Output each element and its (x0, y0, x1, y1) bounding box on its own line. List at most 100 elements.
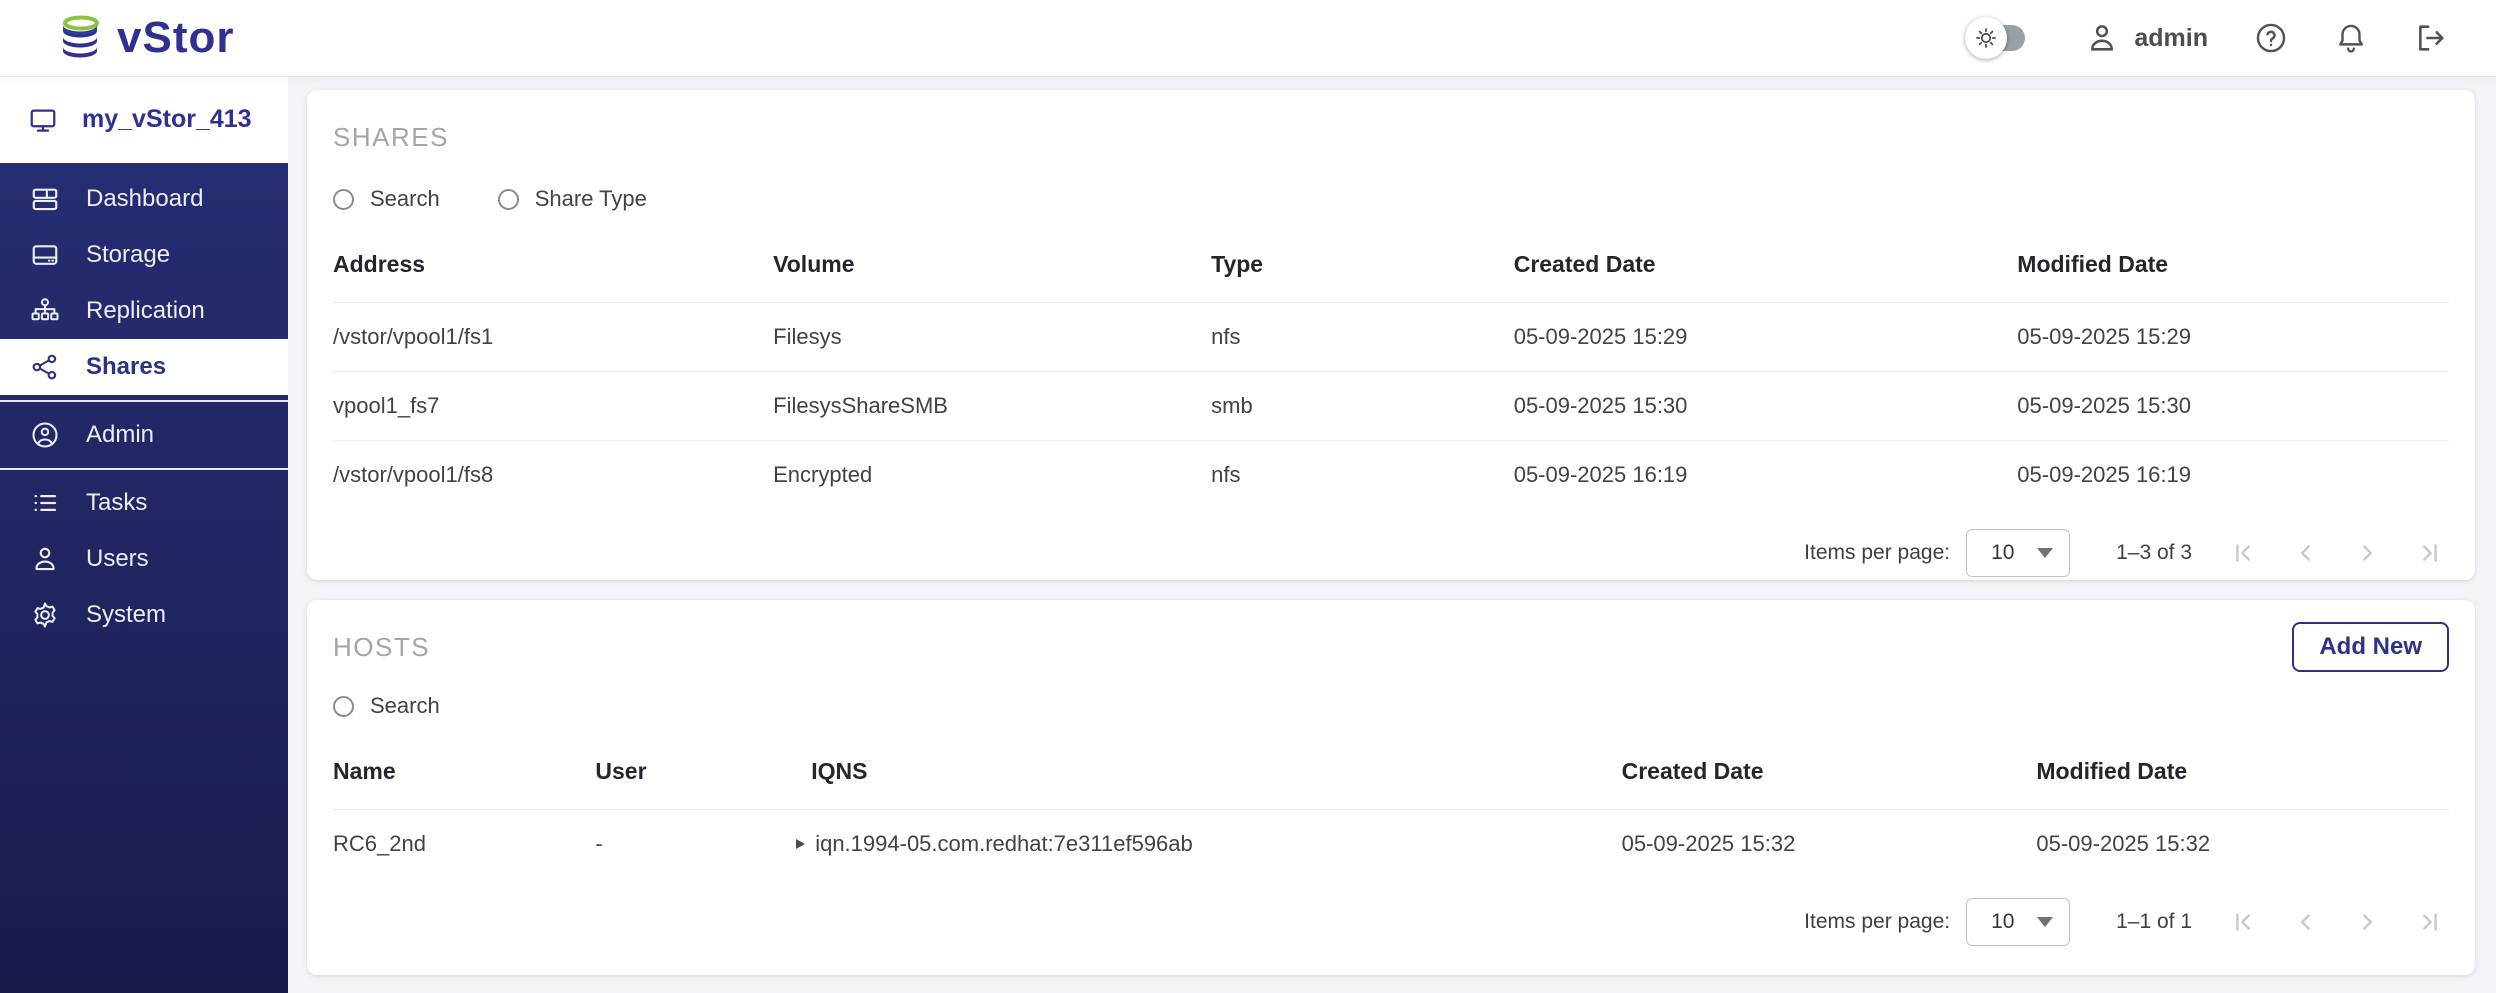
next-page-icon[interactable] (2354, 909, 2380, 935)
cell-address: vpool1_fs7 (333, 372, 773, 441)
prev-page-icon[interactable] (2293, 540, 2319, 566)
vstor-logo: vStor (57, 13, 234, 63)
cell-iqns: iqn.1994-05.com.redhat:7e311ef596ab (811, 810, 1621, 879)
sidebar-item-dashboard[interactable]: Dashboard (0, 171, 288, 227)
first-page-icon[interactable] (2232, 540, 2258, 566)
pagination-range: 1–1 of 1 (2116, 910, 2192, 934)
table-header-row: Name User IQNS Created Date Modified Dat… (333, 736, 2449, 810)
cell-created: 05-09-2025 15:30 (1514, 372, 2018, 441)
app-header: vStor admin (0, 0, 2496, 76)
cell-type: nfs (1211, 441, 1514, 510)
theme-toggle-thumb[interactable] (1965, 17, 2007, 59)
cell-user: - (595, 810, 811, 879)
table-row[interactable]: /vstor/vpool1/fs8 Encrypted nfs 05-09-20… (333, 441, 2449, 510)
cell-modified: 05-09-2025 15:32 (2036, 810, 2449, 879)
filter-label: Search (370, 693, 440, 719)
theme-toggle[interactable] (1975, 25, 2025, 51)
next-page-icon[interactable] (2354, 540, 2380, 566)
column-header[interactable]: IQNS (811, 736, 1621, 810)
iqn-value: iqn.1994-05.com.redhat:7e311ef596ab (815, 831, 1193, 857)
items-per-page-label: Items per page: (1804, 910, 1950, 934)
help-icon[interactable] (2254, 21, 2288, 55)
system-icon (30, 600, 60, 630)
shares-share-type-filter[interactable]: Share Type (498, 186, 647, 212)
dashboard-icon (30, 184, 60, 214)
sidebar-item-replication[interactable]: Replication (0, 283, 288, 339)
shares-panel: SHARES Search Share Type Address Volume … (307, 90, 2475, 580)
cell-modified: 05-09-2025 16:19 (2017, 441, 2449, 510)
hosts-table: Name User IQNS Created Date Modified Dat… (333, 736, 2449, 878)
table-row[interactable]: RC6_2nd - iqn.1994-05.com.redhat:7e311ef… (333, 810, 2449, 879)
radio-circle-icon (498, 189, 519, 210)
sidebar-item-label: Users (86, 545, 149, 573)
hosts-pagination: Items per page: 10 1–1 of 1 (333, 886, 2449, 958)
sidebar-item-users[interactable]: Users (0, 531, 288, 587)
table-row[interactable]: /vstor/vpool1/fs1 Filesys nfs 05-09-2025… (333, 303, 2449, 372)
sidebar-item-label: Storage (86, 241, 170, 269)
shares-search-filter[interactable]: Search (333, 186, 440, 212)
nav-divider (0, 468, 288, 470)
logout-icon[interactable] (2414, 21, 2448, 55)
sidebar-item-label: Shares (86, 353, 166, 381)
column-header[interactable]: Volume (773, 229, 1211, 303)
vstor-logo-cylinder-icon (57, 13, 103, 63)
cell-address: /vstor/vpool1/fs8 (333, 441, 773, 510)
sidebar-item-label: Dashboard (86, 185, 203, 213)
filter-label: Search (370, 186, 440, 212)
cell-volume: Filesys (773, 303, 1211, 372)
add-new-button[interactable]: Add New (2292, 622, 2449, 672)
cell-volume: FilesysShareSMB (773, 372, 1211, 441)
cell-type: smb (1211, 372, 1514, 441)
cell-type: nfs (1211, 303, 1514, 372)
cell-created: 05-09-2025 15:32 (1622, 810, 2037, 879)
hosts-search-filter[interactable]: Search (333, 693, 440, 719)
table-header-row: Address Volume Type Created Date Modifie… (333, 229, 2449, 303)
prev-page-icon[interactable] (2293, 909, 2319, 935)
cell-modified: 05-09-2025 15:29 (2017, 303, 2449, 372)
storage-icon (30, 240, 60, 270)
sidebar-item-label: Replication (86, 297, 205, 325)
shares-panel-title: SHARES (333, 90, 2449, 153)
logo-text: vStor (117, 13, 234, 63)
items-per-page-select[interactable]: 10 (1966, 898, 2070, 946)
cell-created: 05-09-2025 16:19 (1514, 441, 2018, 510)
column-header[interactable]: Name (333, 736, 595, 810)
sidebar-nav: Dashboard Storage Replication (0, 163, 288, 993)
sidebar-item-admin[interactable]: Admin (0, 407, 288, 463)
pagination-range: 1–3 of 3 (2116, 541, 2192, 565)
column-header[interactable]: Address (333, 229, 773, 303)
column-header[interactable]: Modified Date (2017, 229, 2449, 303)
items-per-page-select[interactable]: 10 (1966, 529, 2070, 577)
column-header[interactable]: User (595, 736, 811, 810)
bell-icon[interactable] (2334, 21, 2368, 55)
last-page-icon[interactable] (2415, 909, 2441, 935)
sidebar-item-tasks[interactable]: Tasks (0, 475, 288, 531)
chevron-down-icon (2037, 548, 2053, 558)
shares-icon (30, 352, 60, 382)
sidebar-item-storage[interactable]: Storage (0, 227, 288, 283)
items-per-page-label: Items per page: (1804, 541, 1950, 565)
items-per-page-value: 10 (1991, 541, 2014, 565)
sun-toggle-icon (1974, 26, 1998, 50)
cell-address: /vstor/vpool1/fs1 (333, 303, 773, 372)
device-selector[interactable]: my_vStor_413 (0, 76, 288, 163)
monitor-icon (28, 105, 58, 135)
user-menu[interactable]: admin (2085, 21, 2208, 55)
sidebar-item-system[interactable]: System (0, 587, 288, 643)
cell-name: RC6_2nd (333, 810, 595, 879)
sidebar-item-shares[interactable]: Shares (0, 339, 288, 395)
iqn-expand-icon[interactable] (796, 839, 805, 849)
first-page-icon[interactable] (2232, 909, 2258, 935)
column-header[interactable]: Created Date (1622, 736, 2037, 810)
user-label: admin (2134, 24, 2208, 53)
column-header[interactable]: Type (1211, 229, 1514, 303)
radio-circle-icon (333, 189, 354, 210)
hosts-panel: HOSTS Add New Search Name User IQNS Crea… (307, 600, 2475, 975)
column-header[interactable]: Modified Date (2036, 736, 2449, 810)
replication-icon (30, 296, 60, 326)
table-row[interactable]: vpool1_fs7 FilesysShareSMB smb 05-09-202… (333, 372, 2449, 441)
last-page-icon[interactable] (2415, 540, 2441, 566)
radio-circle-icon (333, 696, 354, 717)
column-header[interactable]: Created Date (1514, 229, 2018, 303)
cell-created: 05-09-2025 15:29 (1514, 303, 2018, 372)
